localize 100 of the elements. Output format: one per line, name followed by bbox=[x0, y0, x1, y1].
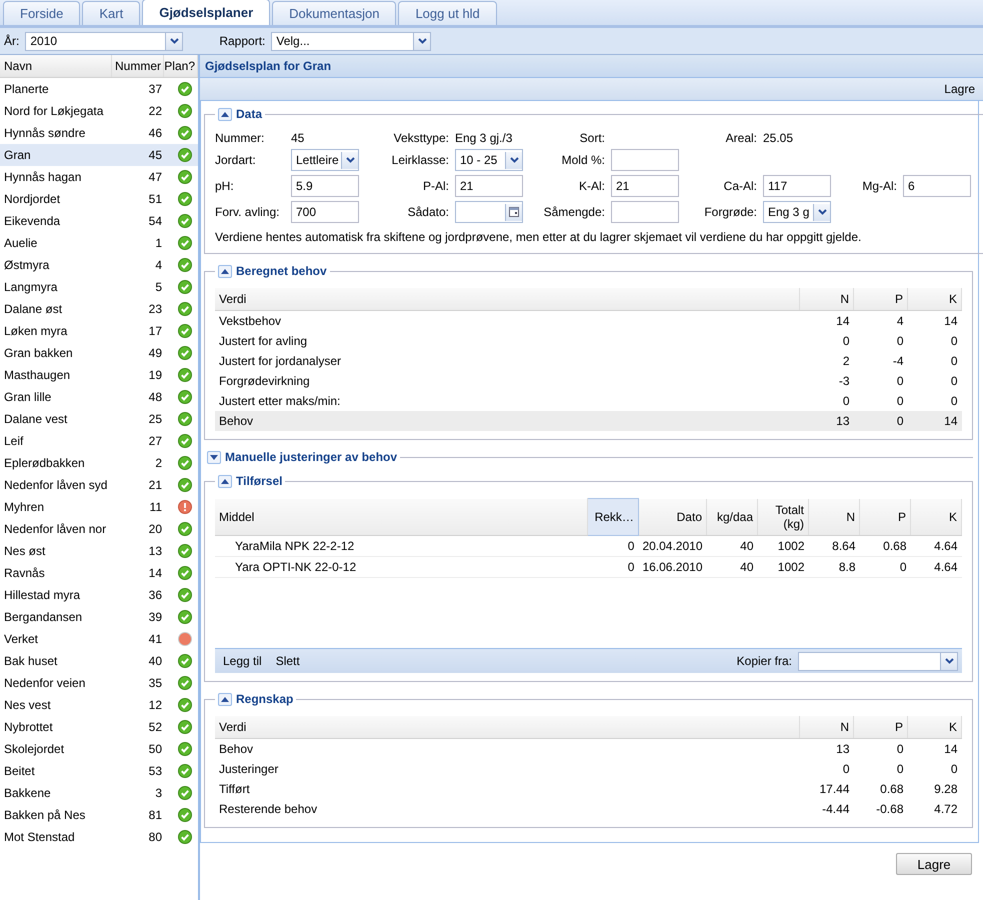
column-header[interactable]: P bbox=[860, 498, 910, 535]
nav-tab[interactable]: Dokumentasjon bbox=[272, 1, 396, 25]
field-row[interactable]: Mot Stenstad 80 bbox=[0, 826, 198, 848]
field-row[interactable]: Auelie 1 bbox=[0, 232, 198, 254]
input-field[interactable]: 21 bbox=[611, 175, 679, 197]
field-row[interactable]: Hynnås søndre 46 bbox=[0, 122, 198, 144]
dropdown[interactable]: Lettleire bbox=[291, 149, 359, 171]
column-header[interactable]: kg/daa bbox=[706, 498, 758, 535]
caret-icon bbox=[170, 38, 179, 44]
field-row[interactable]: Nes øst 13 bbox=[0, 540, 198, 562]
column-header[interactable]: N bbox=[800, 716, 854, 738]
collapse-toggle[interactable] bbox=[218, 108, 232, 120]
field-row[interactable]: Beitet 53 bbox=[0, 760, 198, 782]
save-button[interactable]: Lagre bbox=[896, 853, 972, 875]
table-row[interactable]: Resterende behov -4.44 -0.68 4.72 bbox=[215, 799, 962, 819]
column-header[interactable]: Totalt (kg) bbox=[758, 498, 808, 535]
collapse-toggle[interactable] bbox=[218, 474, 232, 488]
column-header[interactable]: P bbox=[854, 716, 908, 738]
column-header[interactable]: Middel bbox=[215, 498, 588, 535]
input-field[interactable] bbox=[611, 149, 679, 171]
field-row[interactable]: Nordjordet 51 bbox=[0, 188, 198, 210]
field-row[interactable]: Nybrottet 52 bbox=[0, 716, 198, 738]
table-cell: 1002 bbox=[758, 556, 808, 577]
field-row[interactable]: Nedenfor låven nor 20 bbox=[0, 518, 198, 540]
collapse-toggle[interactable] bbox=[207, 450, 221, 464]
column-header[interactable]: Plan? bbox=[164, 55, 198, 77]
field-row[interactable]: Verket 41 bbox=[0, 628, 198, 650]
field-row[interactable]: Dalane øst 23 bbox=[0, 298, 198, 320]
collapse-toggle[interactable] bbox=[218, 264, 232, 278]
column-header[interactable]: N bbox=[800, 288, 854, 310]
toolbar-button[interactable]: Legg til bbox=[219, 654, 266, 668]
field-row[interactable]: Bakken på Nes 81 bbox=[0, 804, 198, 826]
column-header[interactable]: Nummer bbox=[112, 55, 164, 77]
dropdown[interactable]: 10 - 25 bbox=[455, 149, 523, 171]
input-field[interactable] bbox=[611, 201, 679, 223]
field-row[interactable]: Løken myra 17 bbox=[0, 320, 198, 342]
field-row[interactable]: Gran 45 bbox=[0, 144, 198, 166]
table-row[interactable]: Justert for jordanalyser 2 -4 0 bbox=[215, 351, 962, 371]
table-cell: 4.64 bbox=[910, 556, 962, 577]
field-row[interactable]: Skolejordet 50 bbox=[0, 738, 198, 760]
table-row[interactable]: Vekstbehov 14 4 14 bbox=[215, 310, 962, 331]
table-row[interactable]: Justert for avling 0 0 0 bbox=[215, 331, 962, 351]
table-row[interactable]: Justert etter maks/min: 0 0 0 bbox=[215, 391, 962, 411]
field-row[interactable]: Masthaugen 19 bbox=[0, 364, 198, 386]
field-row[interactable]: Myhren 11 bbox=[0, 496, 198, 518]
field-row[interactable]: Ravnås 14 bbox=[0, 562, 198, 584]
table-row[interactable]: Justeringer 0 0 0 bbox=[215, 759, 962, 779]
input-field[interactable]: 5.9 bbox=[291, 175, 359, 197]
input-field[interactable]: 700 bbox=[291, 201, 359, 223]
table-row[interactable]: Tifført 17.44 0.68 9.28 bbox=[215, 779, 962, 799]
input-field[interactable]: 21 bbox=[455, 175, 523, 197]
nav-tab[interactable]: Forside bbox=[3, 1, 80, 25]
field-row[interactable]: Bak huset 40 bbox=[0, 650, 198, 672]
column-header[interactable]: K bbox=[908, 716, 962, 738]
field-row[interactable]: Eikevenda 54 bbox=[0, 210, 198, 232]
column-header[interactable]: N bbox=[808, 498, 860, 535]
year-dropdown[interactable]: 2010 bbox=[25, 32, 184, 50]
report-dropdown[interactable]: Velg... bbox=[271, 32, 432, 50]
column-header[interactable]: Verdi bbox=[215, 288, 800, 310]
nav-tab[interactable]: Logg ut hld bbox=[398, 1, 497, 25]
column-header[interactable]: Dato bbox=[638, 498, 706, 535]
field-row[interactable]: Gran lille 48 bbox=[0, 386, 198, 408]
field-label: pH: bbox=[215, 179, 235, 193]
field-row[interactable]: Gran bakken 49 bbox=[0, 342, 198, 364]
table-row[interactable]: Forgrødevirkning -3 0 0 bbox=[215, 371, 962, 391]
column-header[interactable]: K bbox=[910, 498, 962, 535]
nav-tab[interactable]: Kart bbox=[82, 1, 140, 25]
field-row[interactable]: Nord for Løkjegata 22 bbox=[0, 100, 198, 122]
nav-tab[interactable]: Gjødselsplaner bbox=[142, 0, 270, 25]
field-row[interactable]: Planerte 37 bbox=[0, 78, 198, 100]
column-header[interactable]: P bbox=[854, 288, 908, 310]
table-row[interactable]: Behov 13 0 14 bbox=[215, 738, 962, 759]
field-row[interactable]: Hynnås hagan 47 bbox=[0, 166, 198, 188]
field-label: Forv. avling: bbox=[215, 205, 280, 219]
save-button[interactable]: Lagre bbox=[940, 82, 979, 96]
input-field[interactable]: 6 bbox=[903, 175, 971, 197]
field-row[interactable]: Nedenfor veien 35 bbox=[0, 672, 198, 694]
field-row[interactable]: Langmyra 5 bbox=[0, 276, 198, 298]
field-row[interactable]: Bakkene 3 bbox=[0, 782, 198, 804]
dropdown[interactable]: Eng 3 g bbox=[763, 201, 831, 223]
field-row[interactable]: Dalane vest 25 bbox=[0, 408, 198, 430]
column-header[interactable]: Verdi bbox=[215, 716, 800, 738]
input-field[interactable]: 117 bbox=[763, 175, 831, 197]
table-cell: 1002 bbox=[758, 535, 808, 556]
caret-icon bbox=[818, 209, 826, 215]
date-field[interactable] bbox=[455, 201, 523, 223]
column-header[interactable]: Rekk… bbox=[587, 498, 638, 535]
field-row[interactable]: Hillestad myra 36 bbox=[0, 584, 198, 606]
collapse-toggle[interactable] bbox=[218, 692, 232, 706]
column-header[interactable]: Navn bbox=[0, 55, 112, 77]
field-row[interactable]: Nes vest 12 bbox=[0, 694, 198, 716]
field-row[interactable]: Bergandansen 39 bbox=[0, 606, 198, 628]
column-header[interactable]: K bbox=[908, 288, 962, 310]
field-row[interactable]: Eplerødbakken 2 bbox=[0, 452, 198, 474]
field-row[interactable]: Leif 27 bbox=[0, 430, 198, 452]
table-cell: 40 bbox=[706, 535, 758, 556]
field-row[interactable]: Østmyra 4 bbox=[0, 254, 198, 276]
toolbar-button[interactable]: Slett bbox=[272, 654, 304, 668]
field-row[interactable]: Nedenfor låven syd 21 bbox=[0, 474, 198, 496]
field-value: 25.05 bbox=[763, 131, 794, 145]
